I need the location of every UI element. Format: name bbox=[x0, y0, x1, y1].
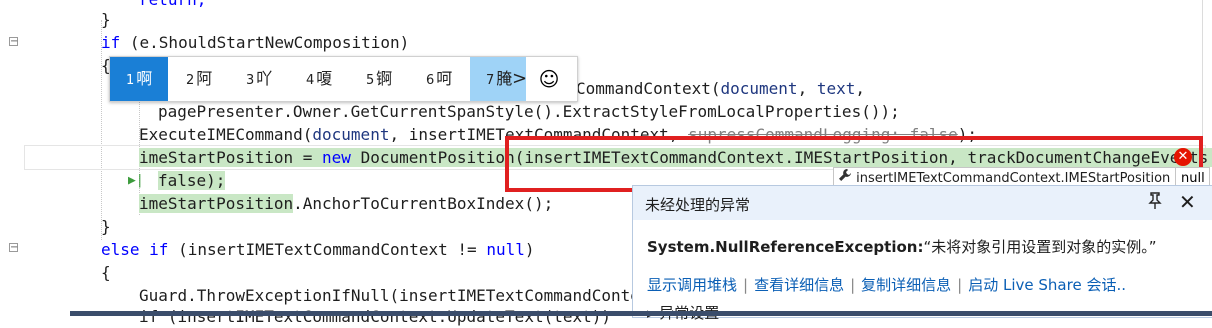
candidate-number: 3 bbox=[246, 73, 255, 88]
code-line: if (e.ShouldStartNewComposition) bbox=[101, 31, 409, 54]
code-text: (e.ShouldStartNewComposition) bbox=[120, 33, 410, 52]
error-icon[interactable]: ✕ bbox=[1174, 148, 1192, 166]
show-call-stack-link[interactable]: 显示调用堆栈 bbox=[647, 276, 737, 294]
keyword: else if bbox=[101, 240, 169, 259]
exception-header: 未经处理的异常 ✕ bbox=[633, 186, 1212, 220]
candidate-text: 吖 bbox=[256, 69, 273, 88]
next-page-arrow-icon[interactable]: > bbox=[512, 57, 527, 101]
code-text: } bbox=[101, 217, 111, 236]
code-text: , bbox=[855, 79, 865, 98]
candidate-number: 6 bbox=[426, 73, 435, 88]
keyword: if bbox=[101, 33, 121, 52]
keyword: null bbox=[486, 240, 525, 259]
code-line: CommandContext(document, text, bbox=[576, 77, 865, 100]
code-text: .AnchorToCurrentBoxIndex(); bbox=[293, 194, 554, 213]
datatip-expression: insertIMETextCommandContext.IMEStartPosi… bbox=[856, 171, 1171, 186]
smiley-icon[interactable]: ☺ bbox=[535, 65, 563, 93]
ime-candidate-4[interactable]: 4嗄 bbox=[306, 57, 332, 101]
exception-helper-popup: 未经处理的异常 ✕ System.NullReferenceException:… bbox=[632, 185, 1212, 322]
ime-candidate-7-label[interactable]: 7腌 bbox=[486, 57, 512, 101]
code-text: document bbox=[720, 79, 798, 98]
keyword: new bbox=[322, 148, 351, 167]
code-line: imeStartPosition.AnchorToCurrentBoxIndex… bbox=[139, 192, 553, 215]
code-line: { bbox=[101, 261, 111, 284]
candidate-text: 啊 bbox=[136, 69, 153, 88]
candidate-text: 呵 bbox=[436, 69, 453, 88]
ime-candidate-1[interactable]: 1啊 bbox=[110, 57, 168, 101]
candidate-text: 锕 bbox=[376, 69, 393, 88]
code-line: } bbox=[101, 215, 111, 238]
ime-candidate-6[interactable]: 6呵 bbox=[426, 57, 452, 101]
code-text: Guard.ThrowExceptionIfNull(insertIMEText… bbox=[139, 286, 650, 305]
ime-candidate-2[interactable]: 2阿 bbox=[186, 57, 212, 101]
candidate-text: 腌 bbox=[496, 69, 513, 88]
code-text: pagePresenter.Owner.GetCurrentSpanStyle(… bbox=[158, 102, 900, 121]
code-line: pagePresenter.Owner.GetCurrentSpanStyle(… bbox=[158, 100, 900, 123]
code-text: document bbox=[312, 125, 390, 144]
code-line: Guard.ThrowExceptionIfNull(insertIMEText… bbox=[139, 284, 650, 307]
exception-text: “未将对象引用设置到对象的实例。” bbox=[923, 238, 1157, 256]
pin-icon[interactable] bbox=[1148, 192, 1162, 214]
candidate-text: 嗄 bbox=[316, 69, 333, 88]
code-text: if (insertIMETextCommandContext.UpdateTe… bbox=[139, 307, 612, 326]
code-text: ) bbox=[524, 240, 535, 259]
emoji-glyph: ☺ bbox=[538, 67, 560, 91]
candidate-text: 阿 bbox=[196, 69, 213, 88]
ime-candidate-5[interactable]: 5锕 bbox=[366, 57, 392, 101]
code-text: text bbox=[816, 79, 856, 98]
candidate-number: 7 bbox=[486, 73, 495, 88]
code-text: return; bbox=[139, 0, 206, 9]
ime-candidate-window: 1啊 2阿 3吖 4嗄 5锕 6呵 7腌 > ☺ bbox=[109, 56, 578, 102]
view-details-link[interactable]: 查看详细信息 bbox=[754, 276, 844, 294]
next-arrow: > bbox=[512, 68, 528, 89]
code-text: ExecuteIMECommand( bbox=[139, 125, 313, 144]
start-live-share-link[interactable]: 启动 Live Share 会话.. bbox=[968, 276, 1126, 294]
code-text: imeStartPosition = bbox=[139, 148, 323, 167]
exception-links: 显示调用堆栈 | 查看详细信息 | 复制详细信息 | 启动 Live Share 会话.. bbox=[647, 276, 1126, 294]
code-text: false); bbox=[158, 171, 226, 190]
code-line: false); bbox=[158, 169, 226, 192]
candidate-number: 4 bbox=[306, 73, 315, 88]
code-text: } bbox=[101, 10, 111, 29]
code-line: if (insertIMETextCommandContext.UpdateTe… bbox=[139, 305, 611, 328]
candidate-number: 5 bbox=[366, 73, 375, 88]
code-line: else if (insertIMETextCommandContext != … bbox=[101, 238, 535, 261]
exception-type: System.NullReferenceException: bbox=[647, 238, 924, 256]
code-line: return; bbox=[139, 0, 206, 11]
candidate-number: 2 bbox=[186, 73, 195, 88]
breakpoint-arrow-icon: ▶| bbox=[128, 173, 144, 188]
code-text: CommandContext( bbox=[576, 79, 721, 98]
copy-details-link[interactable]: 复制详细信息 bbox=[861, 276, 951, 294]
candidate-number: 1 bbox=[126, 73, 135, 88]
code-text: (insertIMETextCommandContext != bbox=[168, 240, 487, 259]
bottom-panel-edge bbox=[70, 311, 1212, 316]
ime-candidate-3[interactable]: 3吖 bbox=[246, 57, 272, 101]
code-text: imeStartPosition bbox=[139, 194, 294, 213]
datatip-value-text: null bbox=[1181, 171, 1205, 186]
code-line: } bbox=[101, 8, 111, 31]
code-text: { bbox=[101, 263, 111, 282]
close-icon[interactable]: ✕ bbox=[1179, 190, 1196, 214]
exception-title: 未经处理的异常 bbox=[645, 196, 751, 214]
exception-message: System.NullReferenceException:“未将对象引用设置到… bbox=[647, 236, 1157, 257]
code-text: , bbox=[797, 79, 817, 98]
